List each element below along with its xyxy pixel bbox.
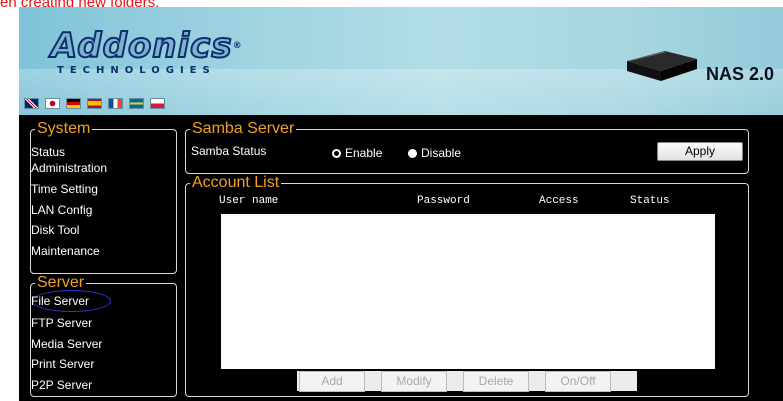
main-panel: System Status Administration Time Settin… (19, 115, 783, 401)
disable-radio[interactable] (408, 149, 417, 158)
france-flag-icon[interactable] (108, 98, 123, 109)
column-header-password: Password (417, 195, 470, 207)
apply-button[interactable]: Apply (657, 142, 743, 161)
menu-administration[interactable]: Administration (31, 161, 107, 175)
on-off-button[interactable]: On/Off (545, 371, 611, 392)
nas-device-image (627, 51, 697, 81)
enable-label: Enable (345, 146, 383, 160)
logo-subtitle: TECHNOLOGIES (57, 65, 216, 76)
addonics-logo: Addonics® TECHNOLOGIES (50, 26, 243, 76)
server-title: Server (37, 274, 85, 291)
menu-disk-tool[interactable]: Disk Tool (31, 223, 79, 237)
menu-status[interactable]: Status (31, 145, 65, 159)
modify-button[interactable]: Modify (381, 371, 447, 392)
menu-file-server[interactable]: File Server (31, 294, 89, 308)
samba-title: Samba Server (192, 120, 295, 137)
germany-flag-icon[interactable] (66, 98, 81, 109)
samba-status-label: Samba Status (191, 144, 267, 158)
account-table[interactable] (221, 214, 715, 369)
disable-label: Disable (421, 146, 462, 160)
uk-flag-icon[interactable] (24, 98, 39, 109)
menu-media-server[interactable]: Media Server (31, 337, 102, 351)
enable-radio[interactable] (332, 149, 341, 158)
menu-maintenance[interactable]: Maintenance (31, 244, 100, 258)
account-title: Account List (192, 174, 280, 191)
product-label: NAS 2.0 (706, 64, 775, 84)
column-header-access: Access (539, 195, 579, 207)
menu-p2p-server[interactable]: P2P Server (31, 378, 92, 392)
menu-print-server[interactable]: Print Server (31, 357, 94, 371)
header-banner: Addonics® TECHNOLOGIES NAS 2.0 (19, 7, 783, 115)
menu-time-setting[interactable]: Time Setting (31, 182, 98, 196)
add-button[interactable]: Add (299, 371, 365, 392)
language-flags (24, 98, 165, 109)
system-title: System (37, 120, 91, 137)
sweden-flag-icon[interactable] (129, 98, 144, 109)
spain-flag-icon[interactable] (87, 98, 102, 109)
column-header-status: Status (630, 195, 670, 207)
logo-brand: Addonics® (50, 26, 243, 66)
poland-flag-icon[interactable] (150, 98, 165, 109)
menu-ftp-server[interactable]: FTP Server (31, 316, 92, 330)
menu-lan-config[interactable]: LAN Config (31, 203, 92, 217)
delete-button[interactable]: Delete (463, 371, 529, 392)
column-header-user-name: User name (219, 195, 279, 207)
japan-flag-icon[interactable] (45, 98, 60, 109)
